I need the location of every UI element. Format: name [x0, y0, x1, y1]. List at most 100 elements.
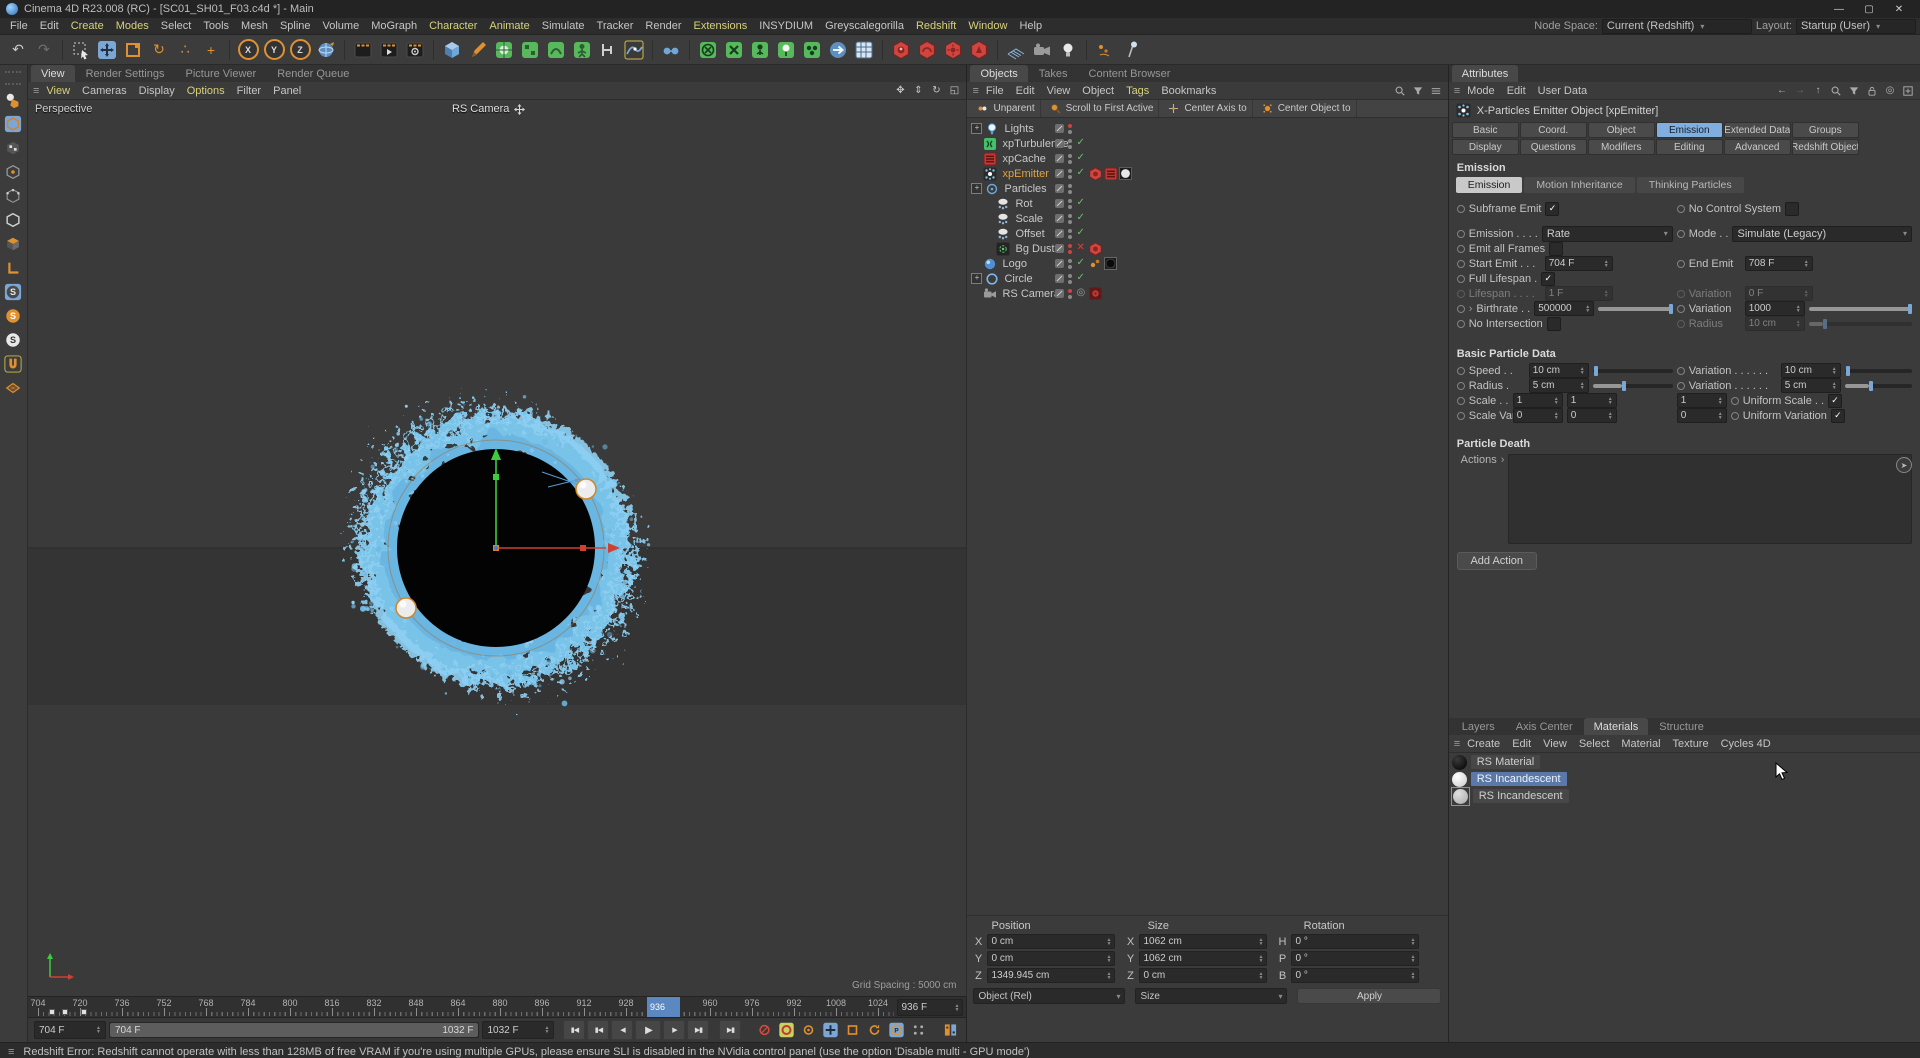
- render-visibility-dot[interactable]: [1068, 295, 1073, 299]
- apply-button[interactable]: Apply: [1297, 988, 1442, 1004]
- maximize-button[interactable]: ▢: [1854, 0, 1884, 18]
- layout-dropdown[interactable]: Startup (User) ▾: [1796, 18, 1916, 34]
- tab-picture-viewer[interactable]: Picture Viewer: [176, 65, 267, 82]
- spinner-icon[interactable]: ▲ ▼: [1796, 304, 1801, 313]
- menu-mograph[interactable]: MoGraph: [365, 20, 423, 32]
- menu-create[interactable]: Create: [65, 20, 110, 32]
- odots-tag-icon[interactable]: [1089, 257, 1102, 270]
- next-key-icon[interactable]: ▶▮: [687, 1020, 710, 1040]
- subframe-emit-checkbox[interactable]: ✓: [1545, 201, 1560, 216]
- material-name[interactable]: RS Incandescent: [1470, 772, 1567, 786]
- tab-attributes[interactable]: Attributes: [1451, 65, 1519, 82]
- expand-icon[interactable]: ›: [1469, 303, 1473, 315]
- enabled-state-icon[interactable]: ✓: [1076, 152, 1084, 163]
- close-button[interactable]: ✕: [1884, 0, 1914, 18]
- uniform-variation-checkbox[interactable]: ✓: [1830, 408, 1845, 423]
- forward-arrow-icon[interactable]: →: [1793, 84, 1807, 98]
- radius-variation-field[interactable]: 5 cm ▲ ▼: [1780, 378, 1841, 393]
- anim-dot[interactable]: [1730, 396, 1739, 405]
- range-end-field[interactable]: 1032 F ▲ ▼: [482, 1021, 555, 1039]
- prev-frame-icon[interactable]: ◀: [611, 1020, 634, 1040]
- objects-menu-bookmarks[interactable]: Bookmarks: [1155, 85, 1222, 97]
- polygons-mode-icon[interactable]: [2, 233, 24, 255]
- attr-tab-editing[interactable]: Editing: [1655, 139, 1723, 155]
- search-icon[interactable]: [1829, 84, 1843, 98]
- menu-extensions[interactable]: Extensions: [687, 20, 753, 32]
- jump-start-icon[interactable]: ▮◀: [563, 1020, 586, 1040]
- render-settings-icon[interactable]: [403, 38, 427, 62]
- menu-greyscalegorilla[interactable]: Greyscalegorilla: [819, 20, 910, 32]
- subtab-motion-inheritance[interactable]: Motion Inheritance: [1524, 177, 1635, 193]
- anim-dot[interactable]: [1676, 304, 1685, 313]
- spinner-icon[interactable]: ▲ ▼: [1411, 954, 1416, 963]
- layer-swatch[interactable]: [1055, 274, 1065, 283]
- materials-menu-view[interactable]: View: [1537, 738, 1573, 750]
- editor-visibility-dot[interactable]: [1068, 184, 1073, 188]
- tree-row-xpturbulence[interactable]: xpTurbulence ✓: [967, 136, 1447, 151]
- tree-row-xpcache[interactable]: xpCache ✓: [967, 151, 1447, 166]
- spinner-icon[interactable]: ▲ ▼: [1718, 411, 1723, 420]
- editor-visibility-dot[interactable]: [1068, 274, 1073, 278]
- coordinate-system-icon[interactable]: [314, 38, 338, 62]
- filter-icon[interactable]: [1411, 84, 1425, 98]
- jump-end-icon[interactable]: ▶▮: [719, 1020, 742, 1040]
- xp-cache-icon[interactable]: [852, 38, 876, 62]
- expand-icon[interactable]: ›: [1501, 454, 1505, 466]
- editor-visibility-dot[interactable]: [1068, 199, 1073, 203]
- spinner-icon[interactable]: ▲ ▼: [1259, 937, 1264, 946]
- snap-enable-icon[interactable]: S: [2, 281, 24, 303]
- birthrate-slider[interactable]: [1598, 303, 1673, 314]
- enabled-state-icon[interactable]: ✓: [1076, 167, 1084, 178]
- anim-dot[interactable]: [1456, 259, 1465, 268]
- record-position-icon[interactable]: [820, 1021, 840, 1039]
- scale-var-x-field[interactable]: 0 ▲ ▼: [1512, 408, 1563, 423]
- xp-system-icon[interactable]: [696, 38, 720, 62]
- render-visibility-dot[interactable]: [1068, 205, 1073, 209]
- tab-render-queue[interactable]: Render Queue: [267, 65, 359, 82]
- rs-dome-light-icon[interactable]: [915, 38, 939, 62]
- spinner-icon[interactable]: ▲ ▼: [1832, 366, 1837, 375]
- material-swatch-box[interactable]: [1451, 754, 1468, 771]
- menu-icon[interactable]: ≡: [1454, 738, 1461, 750]
- move-camera-icon[interactable]: [514, 103, 526, 115]
- menu-icon[interactable]: ≡: [1454, 85, 1461, 97]
- tree-row-bg-dust[interactable]: Bg Dust ✕: [967, 241, 1447, 256]
- render-visibility-dot[interactable]: [1068, 130, 1073, 134]
- layer-swatch[interactable]: [1055, 229, 1065, 238]
- full-lifespan-checkbox[interactable]: ✓: [1541, 271, 1556, 286]
- material-swatch-box[interactable]: [1450, 786, 1470, 806]
- tree-row-scale[interactable]: Scale ✓: [967, 211, 1447, 226]
- anim-dot[interactable]: [1676, 204, 1685, 213]
- workplane-mode-icon[interactable]: [2, 161, 24, 183]
- x-lock-icon[interactable]: X: [236, 38, 260, 62]
- attributes-menu-edit[interactable]: Edit: [1501, 85, 1532, 97]
- snap-3d-icon[interactable]: S: [2, 329, 24, 351]
- tab-content-browser[interactable]: Content Browser: [1079, 65, 1181, 82]
- xp-emitter-icon[interactable]: [722, 38, 746, 62]
- position-mode-dropdown[interactable]: Object (Rel) ▾: [973, 988, 1126, 1004]
- tab-axis-center[interactable]: Axis Center: [1506, 718, 1583, 735]
- spinner-icon[interactable]: ▲ ▼: [1259, 954, 1264, 963]
- render-visibility-dot[interactable]: [1068, 160, 1073, 164]
- anim-dot[interactable]: [1456, 274, 1465, 283]
- viewport-canvas[interactable]: Perspective RS Camera Grid Spacing : 500…: [26, 99, 968, 997]
- material-row-0[interactable]: RS Material: [1449, 754, 1920, 770]
- enabled-state-icon[interactable]: ✓: [1076, 257, 1084, 268]
- position-x-field[interactable]: 0 cm ▲ ▼: [987, 934, 1116, 949]
- subtab-emission[interactable]: Emission: [1455, 177, 1523, 193]
- tree-row-particles[interactable]: + Particles: [967, 181, 1447, 196]
- editor-visibility-dot[interactable]: [1068, 169, 1073, 173]
- render-picture-viewer-icon[interactable]: [377, 38, 401, 62]
- spinner-icon[interactable]: ▲ ▼: [1411, 937, 1416, 946]
- render-visibility-dot[interactable]: [1068, 145, 1073, 149]
- lock-icon[interactable]: [1865, 84, 1879, 98]
- keyframe-marker[interactable]: [49, 1009, 56, 1015]
- layer-swatch[interactable]: [1055, 289, 1065, 298]
- snap-2d-icon[interactable]: S: [2, 305, 24, 327]
- menu-mesh[interactable]: Mesh: [235, 20, 274, 32]
- layer-swatch[interactable]: [1055, 184, 1065, 193]
- editor-visibility-dot[interactable]: [1068, 124, 1073, 128]
- command-scroll-to-first-active[interactable]: Scroll to First Active: [1044, 100, 1160, 117]
- camera-object-icon[interactable]: [1030, 38, 1054, 62]
- menu-tracker[interactable]: Tracker: [591, 20, 640, 32]
